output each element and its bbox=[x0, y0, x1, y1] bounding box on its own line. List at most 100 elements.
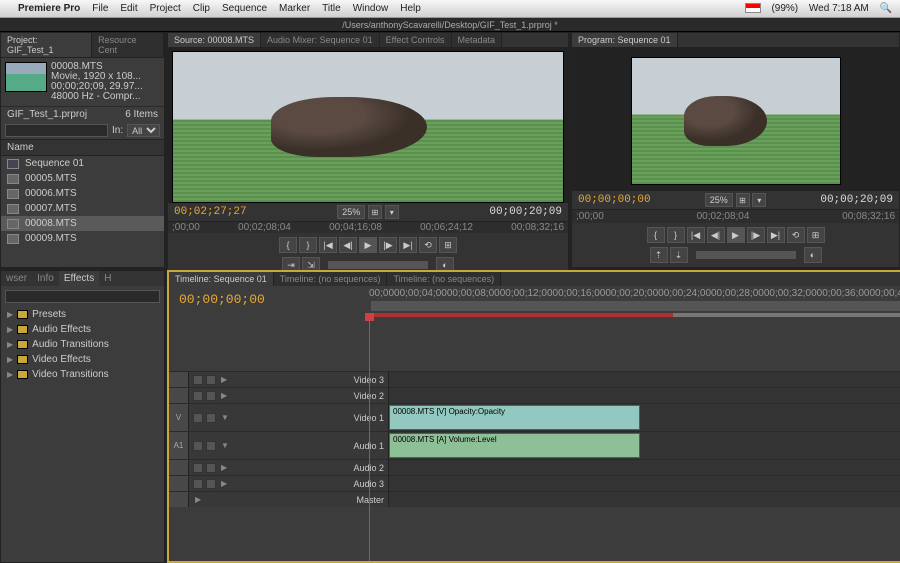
collapse-icon[interactable]: ▶ bbox=[195, 495, 201, 504]
app-name[interactable]: Premiere Pro bbox=[18, 3, 80, 14]
source-time-ruler[interactable]: ;00;00 00;02;08;04 00;04;16;08 00;06;24;… bbox=[168, 221, 568, 233]
source-patch-v[interactable]: V bbox=[169, 404, 189, 431]
step-forward-button[interactable]: |▶ bbox=[379, 237, 397, 253]
tab-browser[interactable]: wser bbox=[1, 271, 32, 286]
safe-margins-icon[interactable]: ⊞ bbox=[736, 193, 750, 207]
bin-item-clip-selected[interactable]: 00008.MTS bbox=[1, 216, 164, 231]
track-master-content[interactable] bbox=[389, 492, 900, 507]
track-a1-content[interactable]: 00008.MTS [A] Volume:Level bbox=[389, 432, 900, 459]
tab-history[interactable]: H bbox=[99, 271, 116, 286]
menu-marker[interactable]: Marker bbox=[279, 3, 310, 14]
source-in-timecode[interactable]: 00;02;27;27 bbox=[174, 206, 247, 218]
step-back-button[interactable]: ◀| bbox=[707, 227, 725, 243]
safe-margins-icon[interactable]: ⊞ bbox=[368, 205, 382, 219]
tab-source[interactable]: Source: 00008.MTS bbox=[168, 33, 261, 47]
project-search-input[interactable] bbox=[5, 124, 108, 137]
menu-window[interactable]: Window bbox=[353, 3, 389, 14]
timeline-ruler[interactable]: 00;00 00;00;04;00 00;00;08;00 00;00;12;0… bbox=[369, 286, 900, 301]
safe-button[interactable]: ⊞ bbox=[807, 227, 825, 243]
source-zoom-select[interactable]: 25% bbox=[337, 205, 365, 219]
loop-button[interactable]: ⟲ bbox=[787, 227, 805, 243]
toggle-sync-lock-icon[interactable] bbox=[206, 375, 216, 385]
source-out-timecode[interactable]: 00;00;20;09 bbox=[489, 206, 562, 218]
program-in-timecode[interactable]: 00;00;00;00 bbox=[578, 194, 651, 206]
collapse-icon[interactable]: ▶ bbox=[221, 375, 227, 384]
program-out-timecode[interactable]: 00;00;20;09 bbox=[820, 194, 893, 206]
tab-project[interactable]: Project: GIF_Test_1 bbox=[1, 33, 92, 57]
mute-icon[interactable] bbox=[193, 441, 203, 451]
menu-clip[interactable]: Clip bbox=[193, 3, 210, 14]
track-v1-content[interactable]: 00008.MTS [V] Opacity:Opacity bbox=[389, 404, 900, 431]
loop-button[interactable]: ⟲ bbox=[419, 237, 437, 253]
solo-icon[interactable] bbox=[206, 441, 216, 451]
step-forward-button[interactable]: |▶ bbox=[747, 227, 765, 243]
bin-item-clip[interactable]: 00009.MTS bbox=[1, 231, 164, 246]
spotlight-icon[interactable]: 🔍 bbox=[880, 3, 892, 14]
safe-button[interactable]: ⊞ bbox=[439, 237, 457, 253]
track-label-master[interactable]: Master bbox=[356, 495, 384, 505]
output-icon[interactable]: ▾ bbox=[385, 205, 399, 219]
tab-resource-central[interactable]: Resource Cent bbox=[92, 33, 164, 57]
audio-clip[interactable]: 00008.MTS [A] Volume:Level bbox=[389, 433, 640, 458]
track-v3-content[interactable] bbox=[389, 372, 900, 387]
bin-item-clip[interactable]: 00005.MTS bbox=[1, 171, 164, 186]
tab-info[interactable]: Info bbox=[32, 271, 59, 286]
video-clip[interactable]: 00008.MTS [V] Opacity:Opacity bbox=[389, 405, 640, 430]
goto-out-button[interactable]: ▶| bbox=[767, 227, 785, 243]
play-button[interactable]: ▶ bbox=[727, 227, 745, 243]
tab-program[interactable]: Program: Sequence 01 bbox=[572, 33, 678, 47]
bin-item-sequence[interactable]: Sequence 01 bbox=[1, 156, 164, 171]
menu-file[interactable]: File bbox=[92, 3, 108, 14]
extract-button[interactable]: ⇣ bbox=[670, 247, 688, 263]
menu-title[interactable]: Title bbox=[322, 3, 341, 14]
program-video-preview[interactable] bbox=[631, 57, 841, 185]
source-video-preview[interactable] bbox=[172, 51, 564, 203]
collapse-icon[interactable]: ▼ bbox=[221, 413, 229, 422]
collapse-icon[interactable]: ▼ bbox=[221, 441, 229, 450]
collapse-icon[interactable]: ▶ bbox=[221, 463, 227, 472]
set-in-button[interactable]: { bbox=[647, 227, 665, 243]
tab-timeline-active[interactable]: Timeline: Sequence 01 bbox=[169, 272, 274, 286]
tab-effects[interactable]: Effects bbox=[59, 271, 99, 286]
set-out-button[interactable]: } bbox=[299, 237, 317, 253]
input-flag-icon[interactable] bbox=[745, 3, 761, 13]
timeline-zoom-bar[interactable] bbox=[371, 301, 900, 311]
set-out-button[interactable]: } bbox=[667, 227, 685, 243]
shuttle-slider[interactable] bbox=[696, 251, 796, 259]
tab-timeline-empty[interactable]: Timeline: (no sequences) bbox=[387, 272, 501, 286]
mute-icon[interactable] bbox=[193, 463, 203, 473]
toggle-sync-lock-icon[interactable] bbox=[206, 413, 216, 423]
mute-icon[interactable] bbox=[193, 479, 203, 489]
playhead-indicator[interactable] bbox=[369, 317, 370, 561]
in-filter-select[interactable]: All bbox=[127, 124, 160, 137]
menu-project[interactable]: Project bbox=[150, 3, 181, 14]
collapse-icon[interactable]: ▶ bbox=[221, 479, 227, 488]
folder-audio-effects[interactable]: ▶Audio Effects bbox=[1, 322, 164, 337]
menu-help[interactable]: Help bbox=[400, 3, 421, 14]
jog-wheel[interactable]: ◐ bbox=[804, 247, 822, 263]
goto-in-button[interactable]: |◀ bbox=[319, 237, 337, 253]
effects-search-input[interactable] bbox=[5, 290, 160, 303]
track-v2-content[interactable] bbox=[389, 388, 900, 403]
folder-presets[interactable]: ▶Presets bbox=[1, 307, 164, 322]
output-icon[interactable]: ▾ bbox=[752, 193, 766, 207]
tab-timeline-empty[interactable]: Timeline: (no sequences) bbox=[274, 272, 388, 286]
track-a2-content[interactable] bbox=[389, 460, 900, 475]
timeline-timecode[interactable]: 00;00;00;00 bbox=[169, 286, 369, 317]
tab-metadata[interactable]: Metadata bbox=[452, 33, 503, 47]
play-button[interactable]: ▶ bbox=[359, 237, 377, 253]
solo-icon[interactable] bbox=[206, 479, 216, 489]
toggle-track-output-icon[interactable] bbox=[193, 413, 203, 423]
set-in-button[interactable]: { bbox=[279, 237, 297, 253]
col-header-name[interactable]: Name bbox=[1, 139, 164, 156]
collapse-icon[interactable]: ▶ bbox=[221, 391, 227, 400]
program-time-ruler[interactable]: ;00;00 00;02;08;04 00;08;32;16 bbox=[572, 209, 899, 223]
menu-sequence[interactable]: Sequence bbox=[222, 3, 267, 14]
goto-in-button[interactable]: |◀ bbox=[687, 227, 705, 243]
solo-icon[interactable] bbox=[206, 463, 216, 473]
bin-item-clip[interactable]: 00007.MTS bbox=[1, 201, 164, 216]
folder-video-effects[interactable]: ▶Video Effects bbox=[1, 352, 164, 367]
folder-video-transitions[interactable]: ▶Video Transitions bbox=[1, 367, 164, 382]
track-a3-content[interactable] bbox=[389, 476, 900, 491]
goto-out-button[interactable]: ▶| bbox=[399, 237, 417, 253]
